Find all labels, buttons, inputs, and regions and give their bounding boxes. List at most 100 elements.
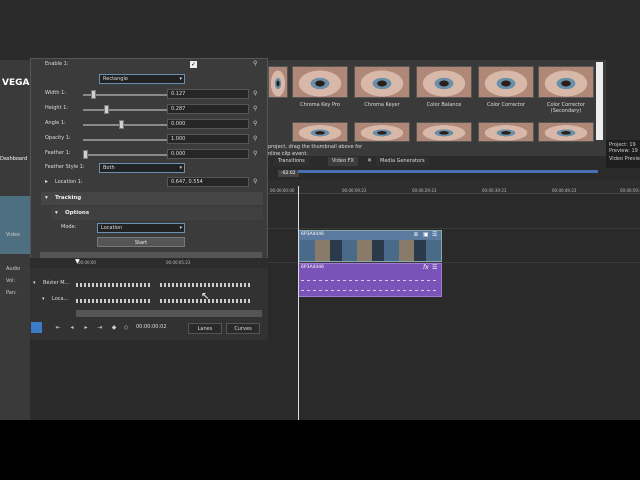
- options-section[interactable]: ▾ Options: [51, 207, 263, 220]
- expand-arrow-icon[interactable]: ▸: [45, 178, 48, 185]
- fx-thumbnail[interactable]: [292, 122, 348, 142]
- ruler-tick-label: 00:00:39:23: [482, 188, 507, 193]
- keyframe-dots[interactable]: [76, 299, 152, 303]
- param-label: Feather 1:: [45, 150, 71, 156]
- start-tracking-button[interactable]: Start: [97, 237, 185, 247]
- audio-waveform: [301, 280, 439, 281]
- keyframe-dots[interactable]: [76, 283, 152, 287]
- fx-thumbnail[interactable]: [416, 122, 472, 142]
- cursor-marker[interactable]: -02:02: [278, 170, 299, 177]
- sync-cursor-button[interactable]: [31, 322, 42, 333]
- crop-icon[interactable]: ⧈: [414, 231, 418, 239]
- shape-dropdown[interactable]: Rectangle ▾: [99, 74, 185, 84]
- fx-thumbnail-label: Color Corrector: [486, 102, 525, 108]
- tracking-section[interactable]: ▾ Tracking: [41, 192, 263, 205]
- tab-media-generators[interactable]: Media Generators: [376, 157, 429, 166]
- param-label: Height 1:: [45, 105, 68, 111]
- prev-keyframe-icon[interactable]: ◂: [68, 324, 76, 332]
- ruler-tick-label: 00:00:00:00: [270, 188, 295, 193]
- pin-icon[interactable]: ⚲: [253, 178, 261, 186]
- mode-dropdown[interactable]: Location ▾: [97, 223, 185, 233]
- browser-scrollbar[interactable]: [596, 62, 603, 140]
- enable-checkbox[interactable]: ✓: [190, 61, 197, 68]
- audio-waveform: [301, 290, 439, 291]
- fx-thumbnail-label: Color Balance: [426, 102, 462, 108]
- last-keyframe-icon[interactable]: ⇥: [96, 324, 104, 332]
- video-preview-tab[interactable]: Video Previe: [609, 156, 640, 162]
- fx-param-row: Angle 1: 0.000 ⚲: [31, 118, 261, 132]
- pin-icon[interactable]: ⚲: [253, 90, 261, 98]
- loop-region[interactable]: [298, 170, 598, 173]
- fx-thumbnail[interactable]: [354, 66, 410, 98]
- lanes-button[interactable]: Lanes: [188, 323, 222, 334]
- fx-thumbnail-label: Chroma Key Pro: [300, 102, 340, 108]
- fx-thumbnail[interactable]: [292, 66, 348, 98]
- fx-thumbnail[interactable]: [268, 66, 288, 98]
- video-event-label: 6P3A4446: [301, 232, 324, 237]
- add-keyframe-icon[interactable]: ◆: [110, 324, 118, 332]
- fx-thumbnail-label: Color Corrector (Secondary): [546, 102, 585, 114]
- keyframe-ruler: 00:00:00 00:00:05:23 ▼: [30, 258, 268, 268]
- slider-knob[interactable]: [91, 90, 97, 99]
- first-keyframe-icon[interactable]: ⇤: [54, 324, 62, 332]
- fx-thumbnail[interactable]: [478, 66, 534, 98]
- dashboard-label[interactable]: Dashboard: [0, 156, 27, 162]
- collapse-arrow-icon: ▾: [45, 195, 48, 201]
- feather-style-dropdown[interactable]: Both ▾: [99, 163, 185, 173]
- fx-label[interactable]: fx: [423, 264, 429, 271]
- fx-thumbnail[interactable]: [354, 122, 410, 142]
- track-divider: [268, 228, 640, 229]
- collapse-arrow-icon[interactable]: ▾: [33, 280, 36, 286]
- volume-label: Vol:: [6, 278, 16, 284]
- video-track-label: Video: [6, 232, 21, 238]
- keyframe-row: ▾ Loca...: [30, 294, 268, 308]
- tab-video-fx[interactable]: Video FX: [328, 157, 358, 166]
- fx-param-row: Feather 1: 0.000 ⚲: [31, 148, 261, 162]
- fx-param-row: Opacity 1: 1.000 ⚲: [31, 133, 261, 147]
- playhead[interactable]: [298, 186, 299, 420]
- pin-icon[interactable]: ⚲: [253, 135, 261, 143]
- keyframe-row: ▾ Bézier M...: [30, 278, 268, 292]
- video-track-header[interactable]: [0, 196, 30, 254]
- keyframe-scrollbar[interactable]: [76, 310, 262, 317]
- param-value[interactable]: 1.000: [167, 134, 249, 144]
- fx-thumbnail[interactable]: [538, 66, 594, 98]
- video-event[interactable]: 6P3A4446 ⧈ ▣ ☰: [298, 230, 442, 262]
- mouse-cursor-icon: ↖: [201, 291, 210, 302]
- slider-knob[interactable]: [119, 120, 125, 129]
- keyframe-dots[interactable]: [160, 283, 252, 287]
- curves-button[interactable]: Curves: [226, 323, 260, 334]
- keyframe-cursor-icon[interactable]: ▼: [75, 258, 80, 265]
- collapse-arrow-icon: ▾: [55, 210, 58, 216]
- pin-icon[interactable]: ⚲: [253, 150, 261, 158]
- fx-thumbnail[interactable]: [478, 122, 534, 142]
- timeline-ruler[interactable]: [268, 180, 640, 194]
- keyframe-timecode: 00:00:00:02: [136, 324, 167, 330]
- ruler-tick-label: 00:00:49:23: [552, 188, 577, 193]
- fx-icon[interactable]: ▣: [423, 231, 429, 238]
- pin-icon[interactable]: ⚲: [253, 105, 261, 113]
- collapse-arrow-icon[interactable]: ▾: [42, 296, 45, 302]
- location-value[interactable]: 0.647, 0.554: [167, 177, 249, 187]
- close-icon[interactable]: ✕: [367, 157, 372, 164]
- menu-icon[interactable]: ☰: [432, 231, 437, 238]
- tab-transitions[interactable]: Transitions: [274, 157, 309, 166]
- next-keyframe-icon[interactable]: ▸: [82, 324, 90, 332]
- bezier-mask-row-label: Bézier M...: [43, 280, 70, 286]
- param-value[interactable]: 0.000: [167, 119, 249, 129]
- slider-knob[interactable]: [83, 150, 88, 159]
- preview-info: Preview: 19: [609, 148, 638, 154]
- slider-knob[interactable]: [103, 105, 109, 114]
- pin-icon[interactable]: ⚲: [253, 120, 261, 128]
- menu-icon[interactable]: ☰: [432, 264, 437, 271]
- param-value[interactable]: 0.287: [167, 104, 249, 114]
- pin-icon[interactable]: ⚲: [253, 60, 261, 68]
- ruler-tick-label: 00:00:59:23: [620, 188, 640, 193]
- fx-thumbnail[interactable]: [416, 66, 472, 98]
- fx-thumbnail[interactable]: [538, 122, 594, 142]
- delete-keyframe-icon[interactable]: ◇: [122, 324, 130, 332]
- param-value[interactable]: 0.127: [167, 89, 249, 99]
- audio-event[interactable]: 6P3A4446 fx ☰: [298, 263, 442, 297]
- param-value[interactable]: 0.000: [167, 149, 249, 159]
- ruler-start-time: 00:00:00: [78, 260, 96, 265]
